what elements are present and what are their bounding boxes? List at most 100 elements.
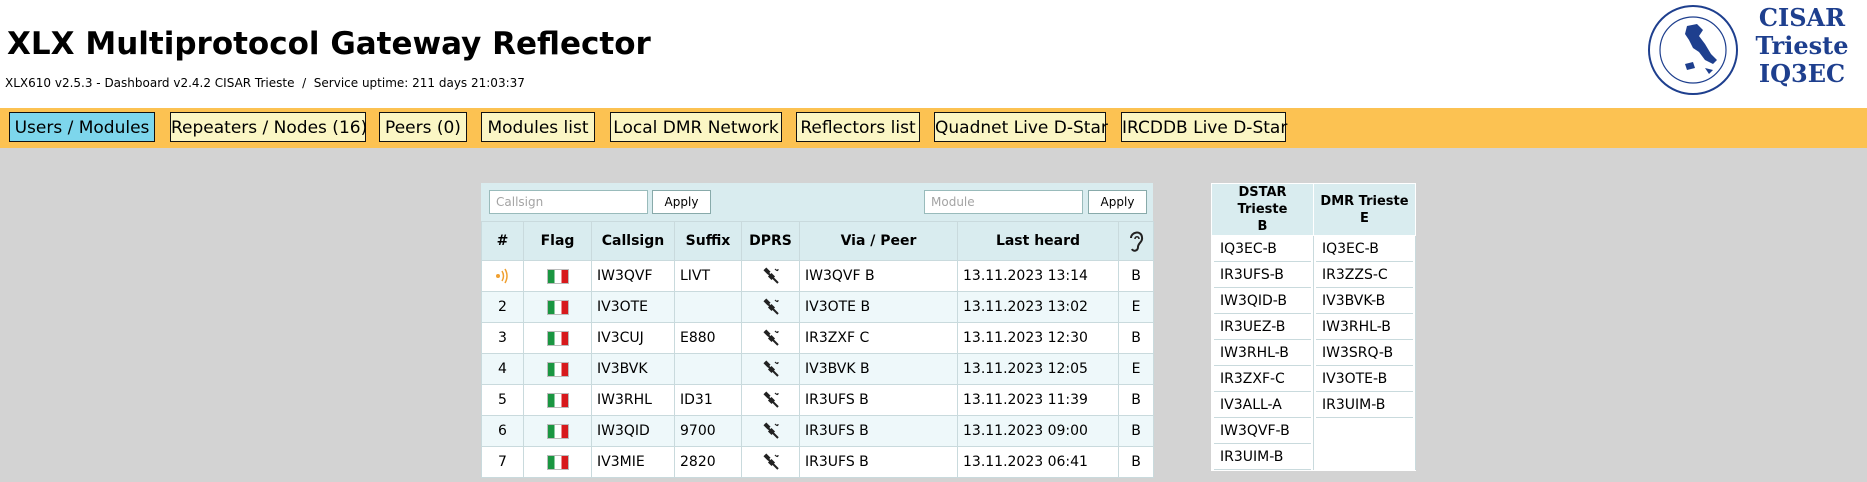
module-list-item: IR3UIM-B [1316, 392, 1413, 418]
callsign-cell[interactable]: IV3MIE [591, 446, 675, 478]
module-name: DSTAR Trieste [1237, 185, 1288, 217]
satellite-icon[interactable] [761, 390, 781, 410]
satellite-icon[interactable] [761, 452, 781, 472]
callsign-cell[interactable]: IV3BVK [591, 353, 675, 385]
module-header-dmr: DMR Trieste E [1313, 183, 1416, 236]
flag-cell [523, 353, 592, 385]
module-list-item: IR3UFS-B [1214, 262, 1311, 288]
flag-cell [523, 446, 592, 478]
dprs-cell [741, 384, 800, 416]
last-heard-cell: 13.11.2023 06:41 [957, 446, 1119, 478]
module-cell: B [1118, 415, 1154, 447]
logo-line: CISAR [1758, 3, 1846, 32]
callsign-cell[interactable]: IW3QID [591, 415, 675, 447]
module-cell: B [1118, 322, 1154, 354]
row-number-cell [481, 260, 524, 292]
menu-users-modules[interactable]: Users / Modules [9, 112, 155, 142]
suffix-cell: ID31 [674, 384, 742, 416]
last-heard-cell: 13.11.2023 12:05 [957, 353, 1119, 385]
module-cell: B [1118, 384, 1154, 416]
last-heard-table: # Flag Callsign Suffix DPRS Via / Peer L… [481, 221, 1154, 478]
via-peer-cell: IR3UFS B [799, 415, 958, 447]
callsign-cell[interactable]: IW3RHL [591, 384, 675, 416]
module-list-item: IR3UIM-B [1214, 444, 1311, 470]
italy-flag-icon[interactable] [546, 361, 569, 377]
dprs-cell [741, 322, 800, 354]
dprs-cell [741, 260, 800, 292]
module-list-item: IR3UEZ-B [1214, 314, 1311, 340]
module-list-item: IR3ZZS-C [1316, 262, 1413, 288]
callsign-cell[interactable]: IV3CUJ [591, 322, 675, 354]
suffix-cell: 2820 [674, 446, 742, 478]
last-heard-cell: 13.11.2023 11:39 [957, 384, 1119, 416]
page-title: XLX Multiprotocol Gateway Reflector [7, 26, 651, 62]
callsign-filter-input[interactable] [489, 190, 648, 214]
via-peer-cell: IV3OTE B [799, 291, 958, 323]
module-list-item: IW3QVF-B [1214, 418, 1311, 444]
row-number-cell: 5 [481, 384, 524, 416]
callsign-cell[interactable]: IW3QVF [591, 260, 675, 292]
menu-peers[interactable]: Peers (0) [379, 112, 467, 142]
dprs-cell [741, 415, 800, 447]
module-filter-input[interactable] [924, 190, 1083, 214]
module-apply-button[interactable]: Apply [1088, 190, 1147, 214]
module-list-item: IW3QID-B [1214, 288, 1311, 314]
version-uptime-text: XLX610 v2.5.3 - Dashboard v2.4.2 CISAR T… [5, 76, 525, 90]
satellite-icon[interactable] [761, 359, 781, 379]
menu-reflectors-list[interactable]: Reflectors list [796, 112, 920, 142]
module-cell: E [1118, 291, 1154, 323]
italy-flag-icon[interactable] [546, 299, 569, 315]
satellite-icon[interactable] [761, 421, 781, 441]
suffix-cell [674, 353, 742, 385]
logo-line: Trieste [1755, 31, 1849, 60]
col-suffix-header: Suffix [674, 221, 742, 261]
suffix-cell: 9700 [674, 415, 742, 447]
modules-table: DSTAR Trieste B DMR Trieste E IQ3EC-B IR3… [1211, 183, 1416, 471]
italy-flag-icon[interactable] [546, 268, 569, 284]
last-heard-cell: 13.11.2023 12:30 [957, 322, 1119, 354]
menu-quadnet-live[interactable]: Quadnet Live D-Star [934, 112, 1108, 142]
module-header-dstar: DSTAR Trieste B [1211, 183, 1314, 236]
table-row: 2 IV3OTE IV3OTE B 13.11.2023 13:02 E [481, 291, 1154, 323]
menu-bar: Users / Modules Repeaters / Nodes (16) P… [0, 108, 1867, 148]
col-last-heard-header: Last heard [957, 221, 1119, 261]
via-peer-cell: IR3ZXF C [799, 322, 958, 354]
table-row: 3 IV3CUJ E880 IR3ZXF C 13.11.2023 12:30 B [481, 322, 1154, 354]
table-row: 6 IW3QID 9700 IR3UFS B 13.11.2023 09:00 B [481, 415, 1154, 447]
satellite-icon[interactable] [761, 266, 781, 286]
col-callsign-header: Callsign [591, 221, 675, 261]
last-heard-cell: 13.11.2023 13:02 [957, 291, 1119, 323]
cisar-logo-text: CISAR Trieste IQ3EC [1745, 4, 1859, 88]
italy-flag-icon[interactable] [546, 392, 569, 408]
row-number-cell: 6 [481, 415, 524, 447]
logo-line: IQ3EC [1758, 59, 1846, 88]
italy-flag-icon[interactable] [546, 330, 569, 346]
italy-flag-icon[interactable] [546, 423, 569, 439]
suffix-cell: LIVT [674, 260, 742, 292]
last-heard-cell: 13.11.2023 09:00 [957, 415, 1119, 447]
menu-local-dmr-network[interactable]: Local DMR Network [610, 112, 782, 142]
module-list-item: IW3RHL-B [1316, 314, 1413, 340]
dprs-cell [741, 353, 800, 385]
callsign-apply-button[interactable]: Apply [652, 190, 711, 214]
module-list-item: IW3RHL-B [1214, 340, 1311, 366]
callsign-cell[interactable]: IV3OTE [591, 291, 675, 323]
menu-repeaters-nodes[interactable]: Repeaters / Nodes (16) [170, 112, 367, 142]
dprs-cell [741, 446, 800, 478]
col-dprs-header: DPRS [741, 221, 800, 261]
via-peer-cell: IR3UFS B [799, 384, 958, 416]
table-row: 7 IV3MIE 2820 IR3UFS B 13.11.2023 06:41 B [481, 446, 1154, 478]
ear-icon [1130, 231, 1144, 252]
satellite-icon[interactable] [761, 297, 781, 317]
module-list-item: IV3OTE-B [1316, 366, 1413, 392]
modules-panel: DSTAR Trieste B DMR Trieste E IQ3EC-B IR3… [1211, 183, 1416, 471]
module-cell: B [1118, 260, 1154, 292]
row-number-cell: 3 [481, 322, 524, 354]
menu-modules-list[interactable]: Modules list [481, 112, 595, 142]
signal-waves-icon [495, 268, 508, 284]
italy-flag-icon[interactable] [546, 454, 569, 470]
menu-ircddb-live[interactable]: IRCDDB Live D-Star [1121, 112, 1287, 142]
last-heard-cell: 13.11.2023 13:14 [957, 260, 1119, 292]
satellite-icon[interactable] [761, 328, 781, 348]
row-number-cell: 2 [481, 291, 524, 323]
